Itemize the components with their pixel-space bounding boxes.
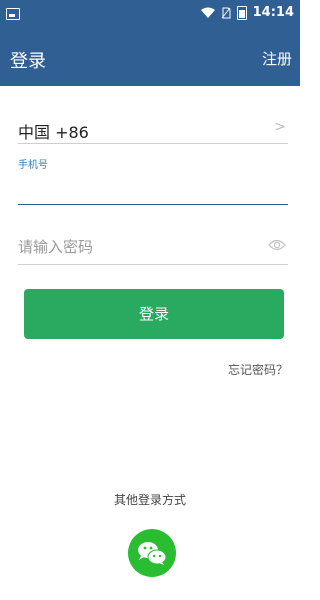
gallery-notification-icon <box>6 8 20 20</box>
page-title: 登录 <box>10 51 46 72</box>
register-link[interactable]: 注册 <box>262 48 292 69</box>
phone-input[interactable] <box>18 170 288 205</box>
country-code-label: 中国 +86 <box>18 123 89 142</box>
wechat-icon <box>138 542 167 565</box>
chevron-right-icon: > <box>274 119 286 135</box>
status-bar: 14:14 <box>0 0 300 30</box>
phone-field-label: 手机号 <box>18 160 48 171</box>
eye-icon[interactable] <box>268 238 286 252</box>
password-field <box>18 232 288 265</box>
password-input[interactable] <box>18 232 258 262</box>
wifi-icon <box>200 7 215 18</box>
wechat-login-button[interactable] <box>128 529 176 577</box>
app-bar: 登录 注册 <box>0 30 300 86</box>
battery-icon <box>236 5 247 20</box>
status-time: 14:14 <box>252 5 294 20</box>
status-right-cluster: 14:14 <box>200 5 294 20</box>
other-login-label: 其他登录方式 <box>113 493 186 507</box>
no-sim-icon <box>221 7 231 18</box>
login-button[interactable]: 登录 <box>24 289 284 339</box>
forgot-password-link[interactable]: 忘记密码？ <box>228 361 288 378</box>
country-code-selector[interactable]: 中国 +86 > <box>18 117 288 144</box>
